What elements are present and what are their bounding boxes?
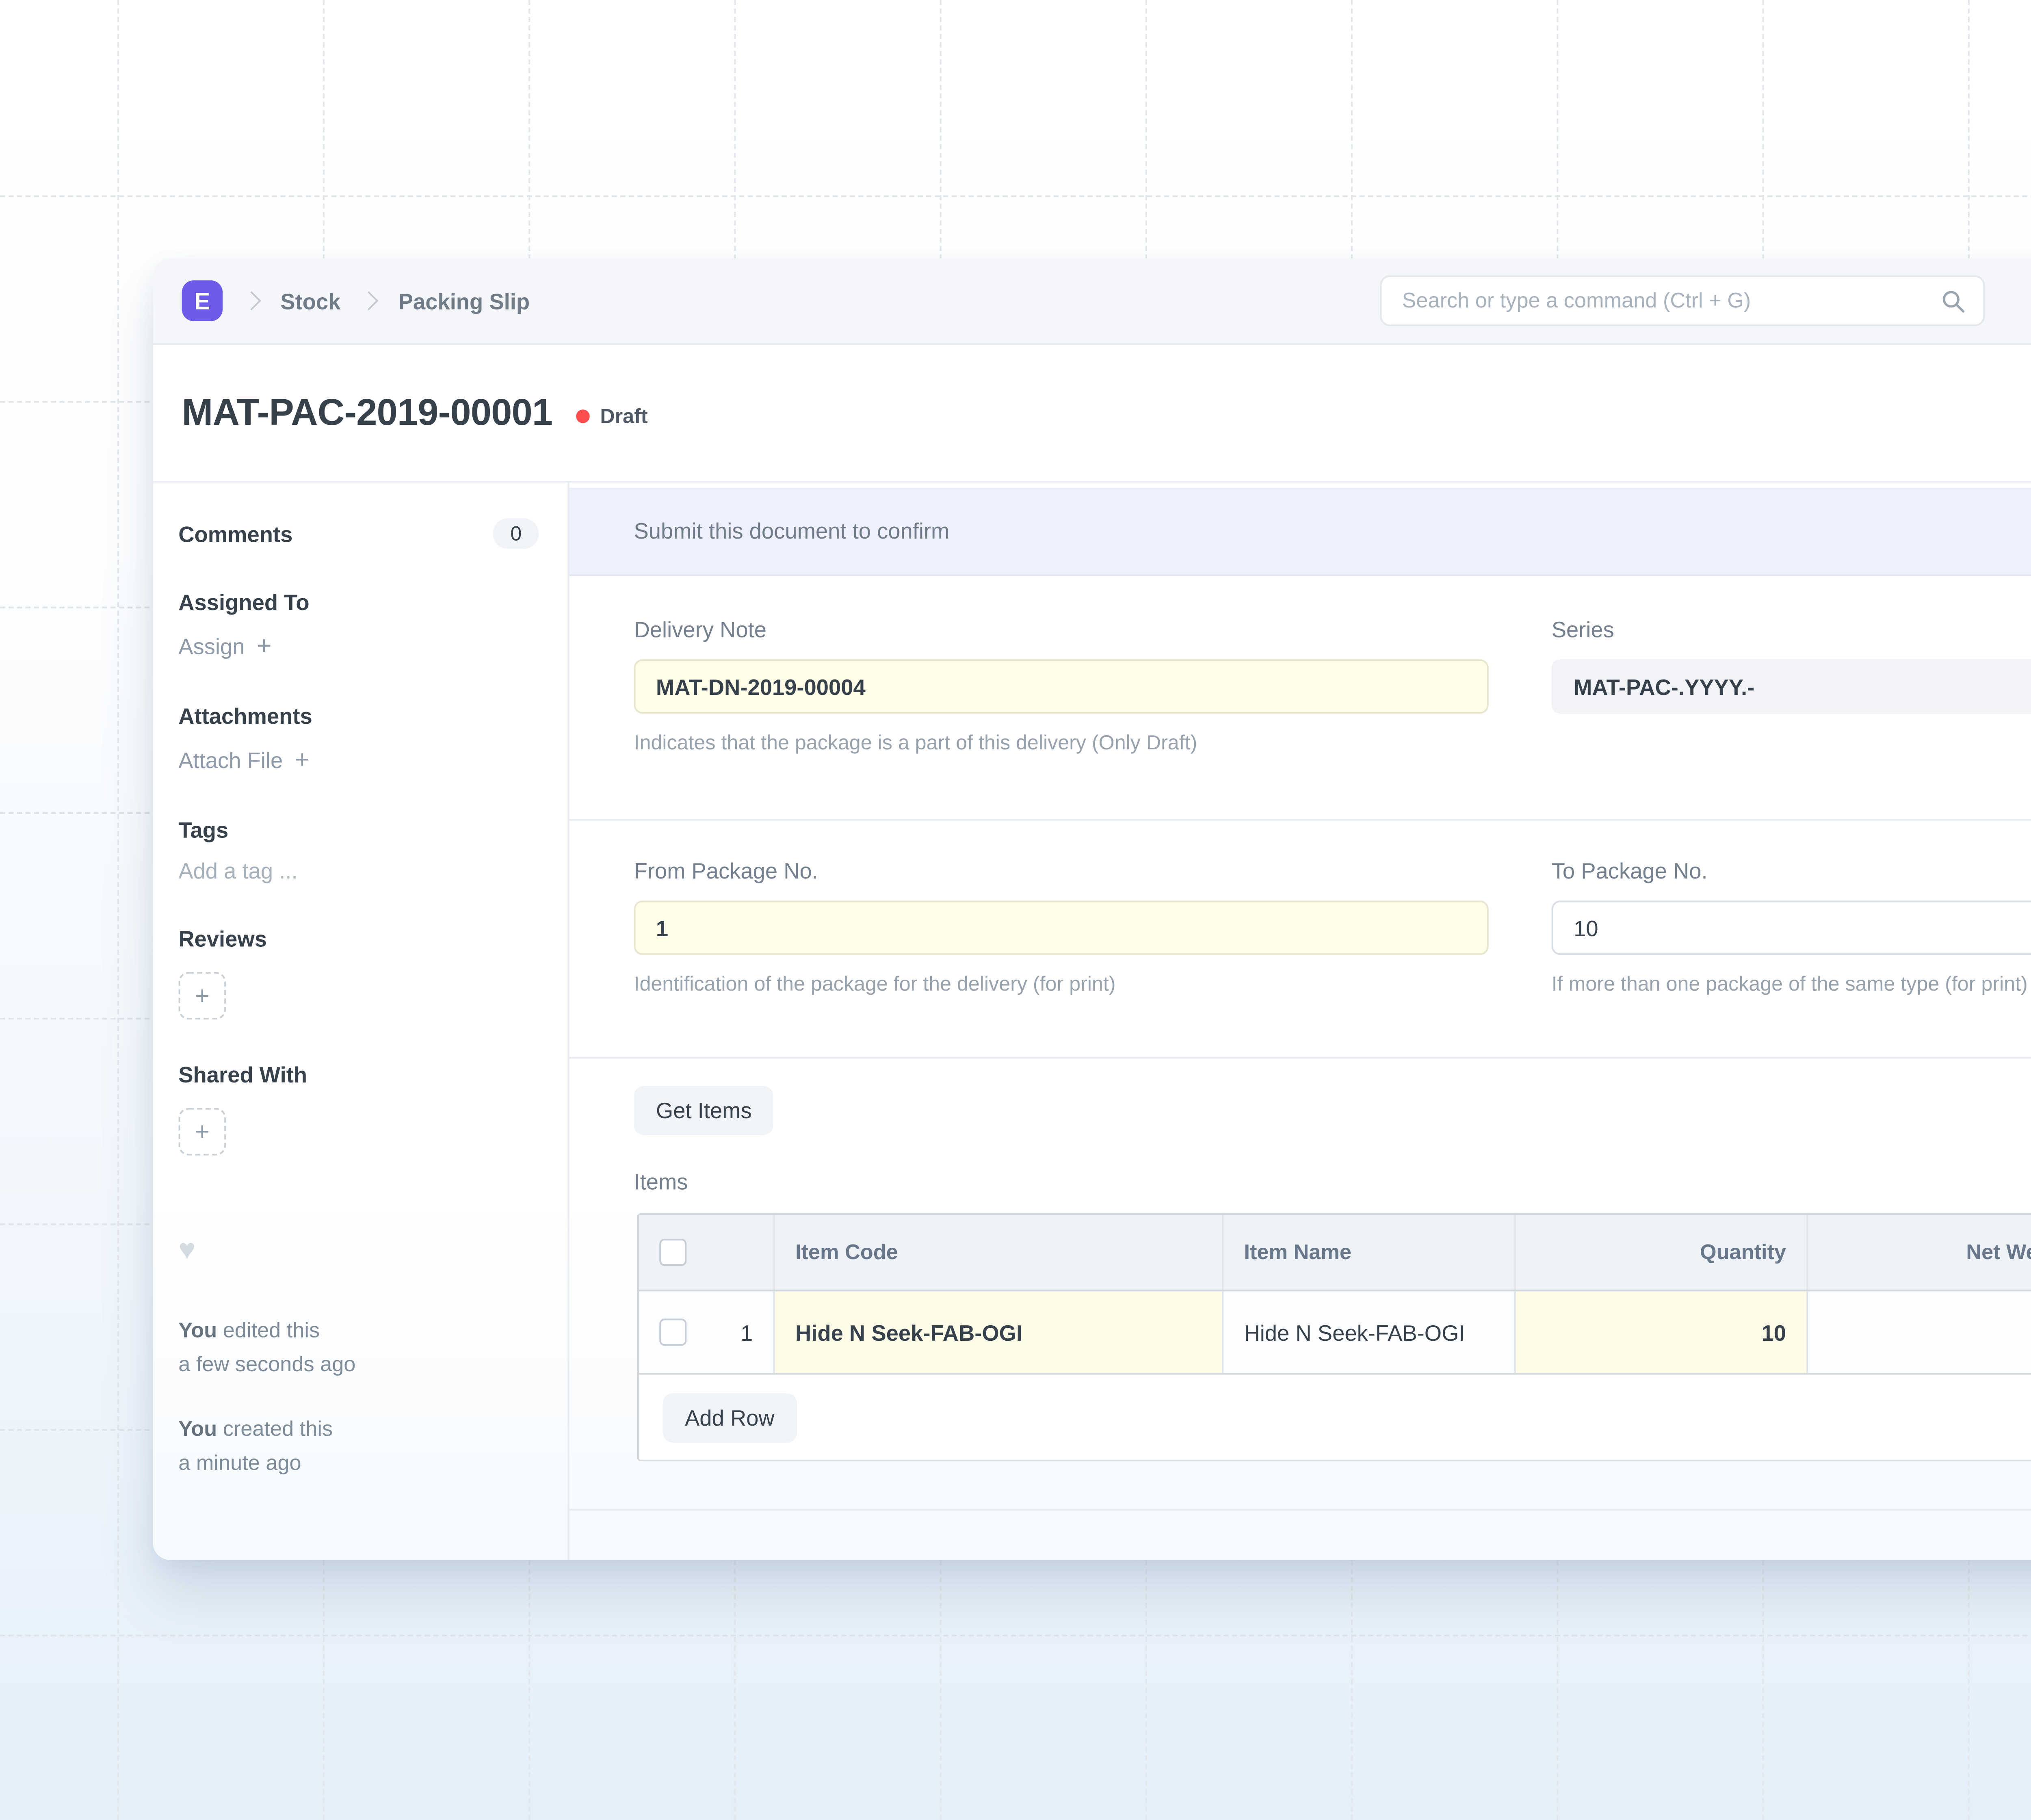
edited-timeline-entry: You edited this a few seconds ago: [178, 1314, 539, 1381]
attach-file-label: Attach File: [178, 748, 283, 773]
status-label: Draft: [600, 405, 647, 428]
series-field[interactable]: MAT-PAC-.YYYY.-: [1552, 659, 2031, 714]
header-net-weight[interactable]: Net Weight: [1808, 1215, 2031, 1290]
edited-actor: You: [178, 1319, 217, 1343]
section-divider: [569, 1057, 2031, 1058]
section-divider: [569, 1509, 2031, 1511]
created-action: created this: [223, 1417, 333, 1441]
created-when: a minute ago: [178, 1451, 301, 1475]
from-package-help: Identification of the package for the de…: [634, 972, 1116, 996]
created-actor: You: [178, 1417, 217, 1441]
items-grid: Item Code Item Name Quantity Net Weight …: [637, 1213, 2031, 1461]
assign-label: Assign: [178, 634, 245, 660]
grid-line: [0, 195, 2031, 197]
row-index: 1: [741, 1320, 753, 1345]
to-package-field[interactable]: 10: [1552, 900, 2031, 955]
delivery-note-label: Delivery Note: [634, 617, 766, 643]
plus-icon: +: [257, 632, 272, 661]
header-quantity[interactable]: Quantity: [1516, 1215, 1808, 1290]
items-table-label: Items: [634, 1169, 688, 1195]
grid-line: [0, 1635, 2031, 1636]
section-divider: [569, 819, 2031, 821]
to-package-help: If more than one package of the same typ…: [1552, 972, 2028, 996]
document-body: Comments 0 Assigned To Assign + Attachme…: [153, 483, 2031, 1560]
select-all-checkbox[interactable]: [659, 1239, 686, 1266]
to-package-label: To Package No.: [1552, 858, 1708, 884]
tags-heading: Tags: [178, 817, 539, 843]
attachments-heading: Attachments: [178, 703, 539, 729]
chevron-right-icon: [360, 291, 379, 310]
assigned-to-heading: Assigned To: [178, 590, 539, 615]
like-heart-icon[interactable]: ♥: [178, 1234, 539, 1268]
attach-file-button[interactable]: Attach File +: [178, 746, 539, 775]
cell-item-name[interactable]: Hide N Seek-FAB-OGI: [1223, 1292, 1516, 1373]
breadcrumb: E Stock Packing Slip: [182, 258, 530, 343]
reviews-heading: Reviews: [178, 926, 539, 952]
add-row-button[interactable]: Add Row: [663, 1393, 797, 1442]
status-badge: Draft: [576, 405, 648, 428]
assign-button[interactable]: Assign +: [178, 632, 539, 661]
from-package-field[interactable]: 1: [634, 900, 1489, 955]
comments-count-badge[interactable]: 0: [494, 518, 539, 549]
form-sidebar: Comments 0 Assigned To Assign + Attachme…: [153, 483, 569, 1560]
get-items-button[interactable]: Get Items: [634, 1086, 774, 1135]
plus-icon: +: [295, 746, 310, 775]
delivery-note-help: Indicates that the package is a part of …: [634, 731, 1197, 755]
form-main: Submit this document to confirm Delivery…: [569, 483, 2031, 1560]
shared-with-heading: Shared With: [178, 1062, 539, 1088]
erpnext-logo[interactable]: E: [182, 280, 223, 321]
breadcrumb-stock[interactable]: Stock: [280, 288, 340, 314]
page-background: E Stock Packing Slip P Settings: [0, 0, 2031, 1820]
items-grid-header: Item Code Item Name Quantity Net Weight …: [639, 1215, 2031, 1291]
cell-quantity[interactable]: 10: [1516, 1292, 1808, 1373]
cell-net-weight[interactable]: 0: [1808, 1292, 2031, 1373]
submit-info-banner: Submit this document to confirm: [569, 488, 2031, 576]
search-icon: [1941, 288, 1966, 314]
draft-status-dot: [576, 409, 590, 423]
row-checkbox[interactable]: [659, 1319, 686, 1346]
share-button[interactable]: +: [178, 1108, 226, 1156]
comments-heading: Comments: [178, 521, 292, 546]
grid-line: [117, 0, 119, 1820]
edited-when: a few seconds ago: [178, 1353, 355, 1376]
page-title: MAT-PAC-2019-00001: [182, 391, 553, 435]
search-input[interactable]: [1381, 289, 1940, 313]
top-navbar: E Stock Packing Slip P Settings: [153, 258, 2031, 345]
header-item-code[interactable]: Item Code: [775, 1215, 1223, 1290]
add-tag-input[interactable]: Add a tag ...: [178, 858, 539, 884]
header-item-name[interactable]: Item Name: [1223, 1215, 1516, 1290]
app-window: E Stock Packing Slip P Settings: [153, 258, 2031, 1560]
series-label: Series: [1552, 617, 1614, 643]
add-review-button[interactable]: +: [178, 972, 226, 1019]
breadcrumb-packing-slip[interactable]: Packing Slip: [398, 288, 530, 314]
chevron-right-icon: [242, 291, 261, 310]
page-header: MAT-PAC-2019-00001 Draft: [153, 345, 2031, 483]
items-grid-footer: Add Row: [639, 1375, 2031, 1460]
global-search[interactable]: [1380, 275, 1985, 327]
table-row: 1 Hide N Seek-FAB-OGI Hide N Seek-FAB-OG…: [639, 1292, 2031, 1375]
from-package-label: From Package No.: [634, 858, 818, 884]
delivery-note-field[interactable]: MAT-DN-2019-00004: [634, 659, 1489, 714]
edited-action: edited this: [223, 1319, 320, 1343]
cell-item-code[interactable]: Hide N Seek-FAB-OGI: [775, 1292, 1223, 1373]
created-timeline-entry: You created this a minute ago: [178, 1412, 539, 1480]
